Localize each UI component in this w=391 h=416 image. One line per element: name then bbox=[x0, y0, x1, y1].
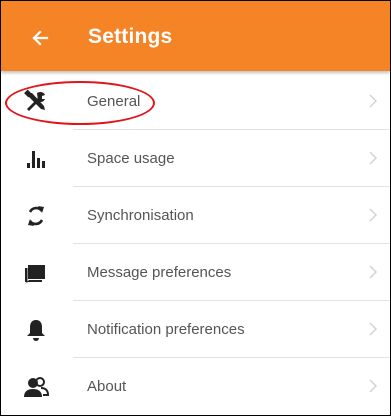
settings-screen: Settings General Space usage Synchronisa… bbox=[0, 0, 391, 416]
app-bar: Settings bbox=[1, 1, 390, 71]
arrow-left-icon bbox=[32, 30, 49, 46]
settings-item-about[interactable]: About bbox=[1, 358, 390, 415]
settings-item-label: About bbox=[87, 378, 127, 395]
back-button[interactable] bbox=[25, 23, 55, 53]
message-icon bbox=[23, 260, 49, 286]
chevron-right-icon bbox=[369, 322, 377, 336]
settings-item-general[interactable]: General bbox=[1, 73, 390, 130]
bar-chart-icon bbox=[23, 146, 49, 172]
settings-item-label: Synchronisation bbox=[87, 207, 194, 224]
page-title: Settings bbox=[88, 25, 173, 48]
settings-item-label: General bbox=[87, 93, 141, 110]
settings-item-label: Message preferences bbox=[87, 264, 232, 281]
people-icon bbox=[23, 374, 49, 400]
settings-list: General Space usage Synchronisation Mess… bbox=[1, 73, 390, 415]
settings-item-message-preferences[interactable]: Message preferences bbox=[1, 244, 390, 301]
sync-icon bbox=[23, 203, 49, 229]
settings-item-notification-preferences[interactable]: Notification preferences bbox=[1, 301, 390, 358]
settings-item-synchronisation[interactable]: Synchronisation bbox=[1, 187, 390, 244]
settings-item-space-usage[interactable]: Space usage bbox=[1, 130, 390, 187]
tools-icon bbox=[23, 89, 49, 115]
settings-item-label: Notification preferences bbox=[87, 321, 245, 338]
settings-item-label: Space usage bbox=[87, 150, 175, 167]
chevron-right-icon bbox=[369, 379, 377, 393]
chevron-right-icon bbox=[369, 151, 377, 165]
chevron-right-icon bbox=[369, 265, 377, 279]
bell-icon bbox=[23, 317, 49, 343]
chevron-right-icon bbox=[369, 94, 377, 108]
chevron-right-icon bbox=[369, 208, 377, 222]
